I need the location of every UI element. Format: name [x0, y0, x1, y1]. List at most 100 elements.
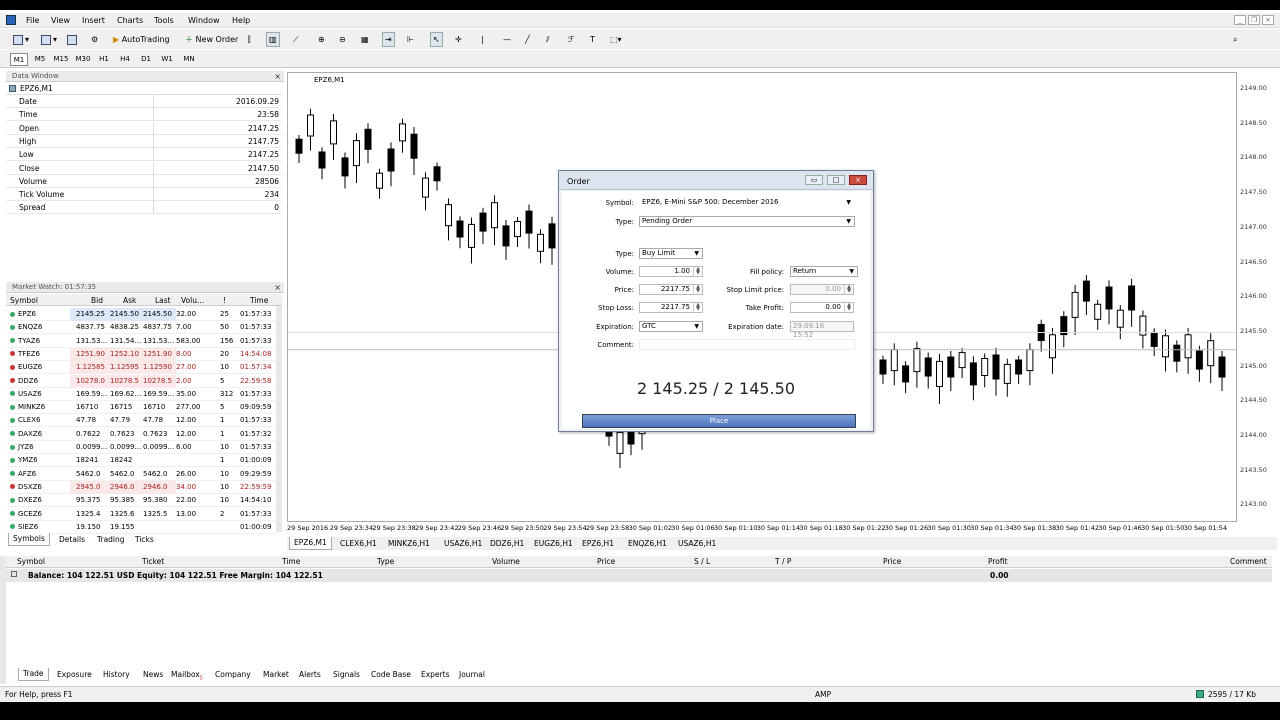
close-icon[interactable]: × — [274, 282, 281, 293]
chart-tab[interactable]: DDZ6,H1 — [485, 537, 529, 550]
tab-details[interactable]: Details — [54, 533, 90, 546]
trendline-icon[interactable]: ╱ — [522, 32, 533, 47]
chart-tab[interactable]: CLEX6,H1 — [335, 537, 382, 550]
market-watch-row[interactable]: AFZ6 5462.0 5462.0 5462.0 26.00 10 09:29:59 — [6, 468, 276, 481]
zoom-out-icon[interactable]: ⊖ — [336, 32, 349, 47]
fibo-icon[interactable]: ℱ — [565, 32, 577, 47]
pending-type-select[interactable]: Buy Limit ▼ — [639, 248, 703, 259]
terminal-col[interactable]: Price — [883, 557, 901, 566]
market-watch-row[interactable]: DXEZ6 95.375 95.385 95.380 22.00 10 14:54:10 — [6, 494, 276, 508]
terminal-tab[interactable]: Experts — [416, 668, 454, 681]
market-watch-row[interactable]: SIEZ6 19.150 19.155 01:00:09 — [6, 521, 276, 534]
bar-chart-icon[interactable]: ⫿ — [245, 32, 254, 47]
new-chart-icon[interactable]: ▾ — [10, 32, 32, 47]
market-watch-row[interactable]: MINKZ6 16710 16715 16710 277.00 5 09:09:59 — [6, 401, 276, 415]
minimize-icon[interactable]: ▭ — [805, 175, 823, 185]
close-icon[interactable]: × — [849, 175, 867, 185]
terminal-col[interactable]: T / P — [775, 557, 791, 566]
menu-charts[interactable]: Charts — [117, 16, 143, 25]
order-type-select[interactable]: Pending Order ▼ — [639, 216, 855, 227]
market-watch-icon[interactable] — [64, 32, 82, 47]
take-profit-input[interactable]: 0.00 ▲ ▼ — [790, 302, 854, 313]
chart-shift-icon[interactable]: ⊩ — [404, 32, 417, 47]
market-watch-row[interactable]: EPZ6 2145.25 2145.50 2145.50 32.00 25 01:57:33 — [6, 308, 276, 321]
candlestick-icon[interactable]: ▥ — [266, 32, 280, 47]
market-watch-row[interactable]: CLEX6 47.78 47.79 47.78 12.00 1 01:57:33 — [6, 414, 276, 428]
col-ask[interactable]: Ask — [123, 296, 136, 305]
minimize-icon[interactable]: _ — [1234, 15, 1246, 25]
terminal-col[interactable]: Ticket — [142, 557, 164, 566]
menu-view[interactable]: View — [51, 16, 70, 25]
col-bid[interactable]: Bid — [91, 296, 103, 305]
zoom-in-icon[interactable]: ⊕ — [315, 32, 328, 47]
menu-help[interactable]: Help — [232, 16, 250, 25]
menu-file[interactable]: File — [26, 16, 39, 25]
stop-loss-input[interactable]: 2217.75 ▲ ▼ — [639, 302, 703, 313]
cursor-icon[interactable]: ↖ — [430, 32, 443, 47]
status-connection[interactable]: 2595 / 17 Kb — [1208, 690, 1256, 699]
terminal-tab[interactable]: Trade — [18, 668, 49, 681]
terminal-tab[interactable]: News — [138, 668, 168, 681]
volume-spinner[interactable]: ▲ ▼ — [693, 267, 702, 276]
new-order-button[interactable]: ＋ New Order — [182, 32, 241, 47]
tab-symbols[interactable]: Symbols — [8, 533, 50, 546]
timeframe-d1[interactable]: D1 — [137, 53, 155, 66]
market-watch-row[interactable]: DSXZ6 2945.0 2946.0 2946.0 34.00 10 22:59:59 — [6, 480, 276, 494]
app-icon[interactable] — [6, 15, 16, 25]
tab-trading[interactable]: Trading — [92, 533, 130, 546]
timeframe-h1[interactable]: H1 — [95, 53, 113, 66]
place-button[interactable]: Place — [582, 414, 856, 428]
search-icon[interactable]: ⌕ — [1230, 32, 1240, 47]
symbol-select[interactable]: EPZ6, E-Mini S&P 500: December 2016 ▼ — [639, 197, 855, 208]
terminal-col[interactable]: Price — [597, 557, 615, 566]
profiles-icon[interactable]: ▾ — [38, 32, 60, 47]
channel-icon[interactable]: ⫽ — [543, 32, 553, 47]
balance-row[interactable]: Balance: 104 122.51 USD Equity: 104 122.… — [6, 569, 1272, 582]
price-input[interactable]: 2217.75 ▲ ▼ — [639, 284, 703, 295]
market-watch-row[interactable]: TYAZ6 131.53... 131.54... 131.53... 583.00 15… — [6, 335, 276, 348]
price-spinner[interactable]: ▲ ▼ — [693, 285, 702, 294]
fill-policy-select[interactable]: Return ▼ — [790, 266, 858, 277]
terminal-tab[interactable]: Company — [210, 668, 256, 681]
text-tool-icon[interactable]: T — [587, 32, 598, 47]
timeframe-w1[interactable]: W1 — [158, 53, 176, 66]
terminal-col[interactable]: Profit — [988, 557, 1008, 566]
market-watch-row[interactable]: GCEZ6 1325.4 1325.6 1325.5 13.00 2 01:57:33 — [6, 508, 276, 521]
auto-scroll-icon[interactable]: ⇥ — [382, 32, 395, 47]
chart-tab[interactable]: EPZ6,M1 — [289, 537, 332, 550]
shapes-icon[interactable]: ⬚▾ — [607, 32, 625, 47]
market-watch-row[interactable]: YMZ6 18241 18242 1 01:00:09 — [6, 454, 276, 468]
terminal-tab[interactable]: Signals — [328, 668, 365, 681]
autotrading-button[interactable]: ▶ AutoTrading — [110, 32, 173, 47]
order-dialog-titlebar[interactable]: Order ▭ □ × — [559, 171, 873, 190]
price-scale[interactable]: 2149.00 2148.50 2148.00 2147.50 2147.00 2146.… — [1237, 72, 1277, 522]
horizontal-line-icon[interactable]: — — [500, 32, 514, 47]
timeframe-mn[interactable]: MN — [180, 53, 198, 66]
close-icon[interactable]: × — [1262, 15, 1274, 25]
timeframe-m30[interactable]: M30 — [74, 53, 92, 66]
line-chart-icon[interactable]: ⟋ — [290, 32, 302, 47]
restore-icon[interactable]: ❐ — [1248, 15, 1260, 25]
terminal-tab[interactable]: Journal — [454, 668, 490, 681]
market-watch-scrollbar[interactable] — [276, 306, 282, 532]
chart-tab[interactable]: EUGZ6,H1 — [529, 537, 578, 550]
terminal-tab[interactable]: Mailbox5 — [166, 668, 208, 682]
col-volume[interactable]: Volu... — [181, 296, 204, 305]
chart-tab[interactable]: EPZ6,H1 — [577, 537, 619, 550]
market-watch-row[interactable]: JYZ6 0.0099... 0.0099... 0.0099... 6.00 10 01:… — [6, 441, 276, 454]
terminal-col[interactable]: S / L — [694, 557, 710, 566]
terminal-tab[interactable]: Code Base — [366, 668, 416, 681]
timeframe-h4[interactable]: H4 — [116, 53, 134, 66]
tile-windows-icon[interactable]: ▦ — [358, 32, 372, 47]
col-ticks[interactable]: ! — [223, 296, 226, 305]
terminal-tab[interactable]: Exposure — [52, 668, 97, 681]
vertical-line-icon[interactable]: | — [478, 32, 487, 47]
chart-tab[interactable]: USAZ6,H1 — [673, 537, 721, 550]
market-watch-row[interactable]: DDZ6 10278.0 10278.5 10278.5 2.00 5 22:59:58 — [6, 374, 276, 388]
chart-tab[interactable]: ENQZ6,H1 — [623, 537, 672, 550]
stop-loss-spinner[interactable]: ▲ ▼ — [693, 303, 702, 312]
terminal-col[interactable]: Comment — [1230, 557, 1267, 566]
terminal-col[interactable]: Time — [282, 557, 300, 566]
chart-tab[interactable]: USAZ6,H1 — [439, 537, 487, 550]
timeframe-m1[interactable]: M1 — [10, 53, 28, 66]
